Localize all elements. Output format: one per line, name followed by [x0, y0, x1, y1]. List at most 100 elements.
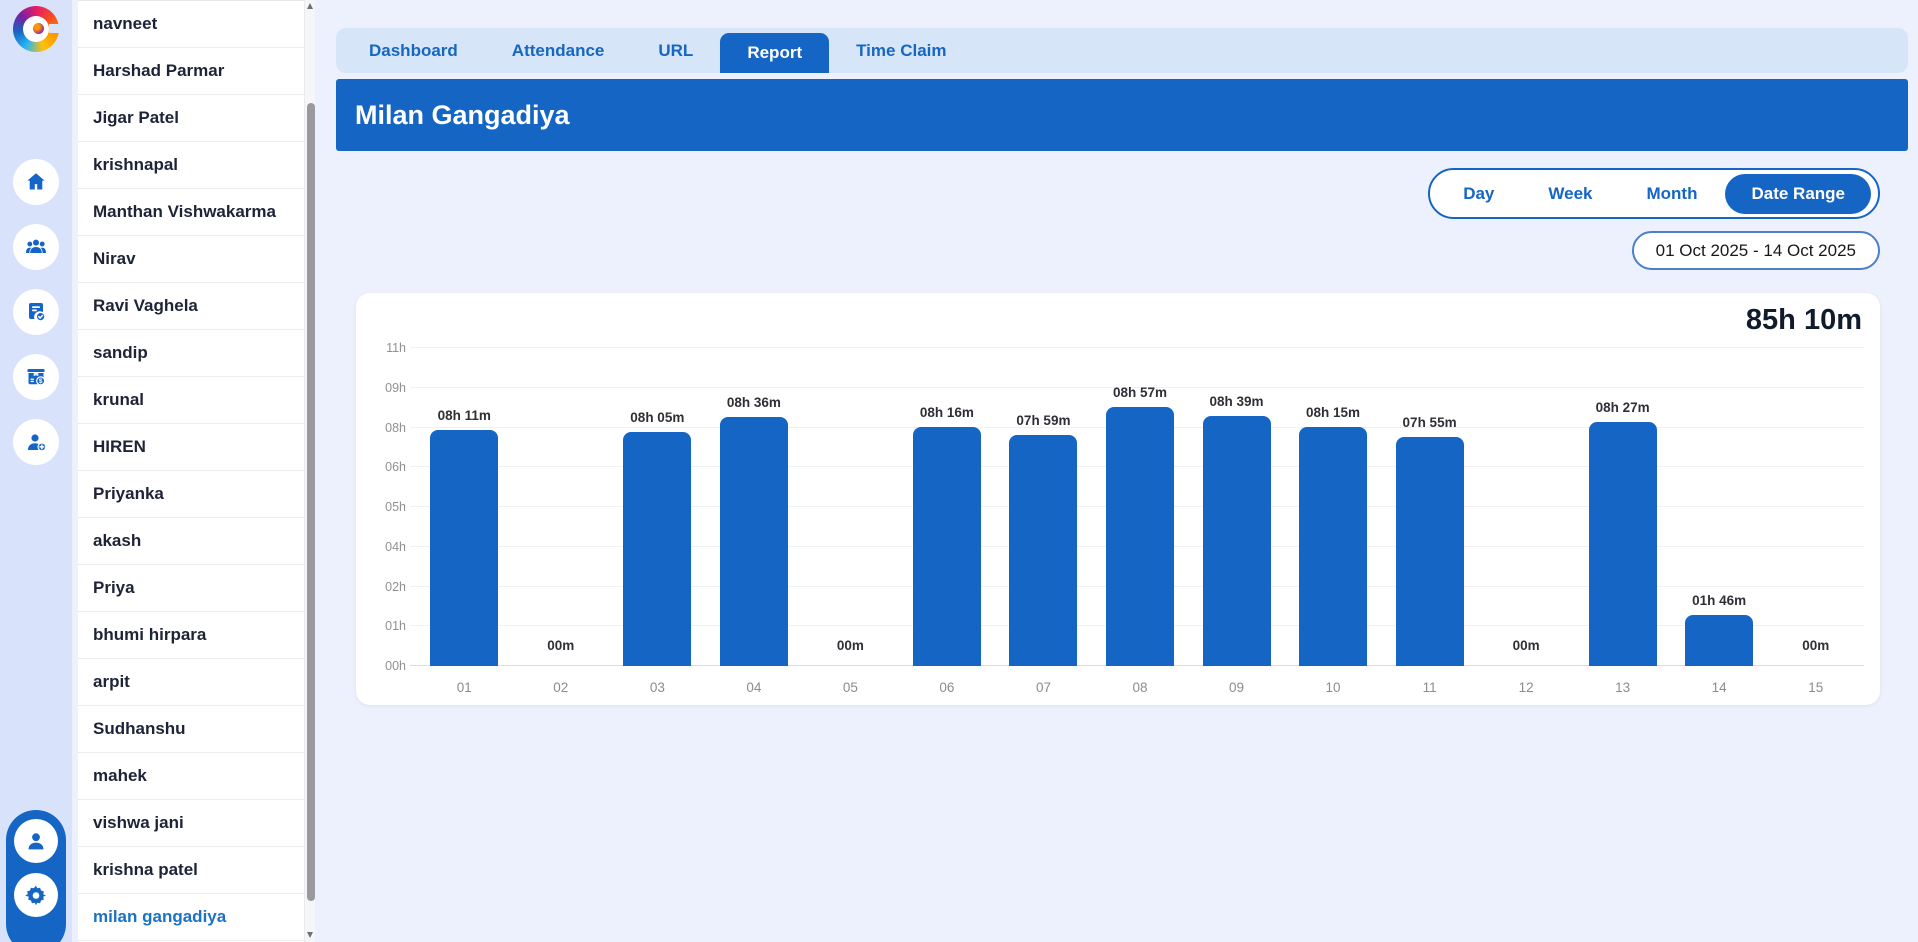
bar-column: 00m — [513, 348, 610, 666]
bar-value-label: 07h 59m — [995, 413, 1092, 428]
team-icon[interactable] — [13, 224, 59, 270]
report-check-icon[interactable] — [13, 289, 59, 335]
x-tick-label: 05 — [802, 680, 899, 695]
brand-logo-icon — [13, 6, 59, 52]
range-option-date-range[interactable]: Date Range — [1725, 174, 1871, 214]
hours-chart-card: 85h 10m 00h01h02h04h05h06h08h09h11h08h 1… — [356, 293, 1880, 705]
payroll-box-icon[interactable]: $ — [13, 354, 59, 400]
tab-dashboard[interactable]: Dashboard — [342, 28, 485, 73]
add-user-icon[interactable] — [13, 419, 59, 465]
scroll-down-icon[interactable] — [307, 932, 313, 938]
svg-text:$: $ — [39, 378, 43, 385]
bar-column: 07h 55m — [1381, 348, 1478, 666]
scrollbar-thumb[interactable] — [307, 103, 315, 901]
x-tick-label: 12 — [1478, 680, 1575, 695]
bar-column: 00m — [1767, 348, 1864, 666]
hours-bar — [623, 432, 691, 666]
bar-value-label: 00m — [1478, 638, 1575, 653]
tab-url[interactable]: URL — [631, 28, 720, 73]
bar-column: 00m — [802, 348, 899, 666]
hours-bar — [1106, 407, 1174, 666]
bar-value-label: 00m — [802, 638, 899, 653]
employee-row[interactable]: HIREN — [78, 424, 304, 471]
hours-bar — [430, 430, 498, 666]
employee-list-scrollbar[interactable] — [304, 0, 315, 942]
home-icon[interactable] — [13, 159, 59, 205]
employee-row[interactable]: sandip — [78, 330, 304, 377]
tab-attendance[interactable]: Attendance — [485, 28, 632, 73]
employee-row[interactable]: Sudhanshu — [78, 706, 304, 753]
bar-value-label: 08h 05m — [609, 410, 706, 425]
employee-row[interactable]: Manthan Vishwakarma — [78, 189, 304, 236]
bar-value-label: 08h 57m — [1092, 385, 1189, 400]
bar-value-label: 00m — [513, 638, 610, 653]
total-hours: 85h 10m — [1746, 304, 1862, 337]
profile-icon[interactable] — [14, 819, 58, 863]
hours-bar — [1685, 615, 1753, 666]
bar-column: 08h 27m — [1574, 348, 1671, 666]
bar-column: 01h 46m — [1671, 348, 1768, 666]
bar-value-label: 07h 55m — [1381, 415, 1478, 430]
y-tick-label: 06h — [366, 460, 406, 474]
bar-column: 08h 36m — [706, 348, 803, 666]
employee-row[interactable]: Priyanka — [78, 471, 304, 518]
bar-value-label: 08h 39m — [1188, 394, 1285, 409]
bar-column: 00m — [1478, 348, 1575, 666]
rail-nav: $ — [0, 159, 72, 465]
hours-bar — [720, 417, 788, 666]
bar-value-label: 08h 15m — [1285, 405, 1382, 420]
x-tick-label: 01 — [416, 680, 513, 695]
x-tick-label: 06 — [899, 680, 996, 695]
employee-row[interactable]: krishnapal — [78, 142, 304, 189]
employee-row[interactable]: Ravi Vaghela — [78, 283, 304, 330]
bar-column: 08h 39m — [1188, 348, 1285, 666]
bar-column: 07h 59m — [995, 348, 1092, 666]
employee-row[interactable]: akash — [78, 518, 304, 565]
employee-row[interactable]: Priya — [78, 565, 304, 612]
employee-row[interactable]: navneet — [78, 1, 304, 48]
rail-bottom — [6, 810, 66, 942]
x-tick-label: 02 — [513, 680, 610, 695]
y-tick-label: 02h — [366, 580, 406, 594]
employee-row[interactable]: Harshad Parmar — [78, 48, 304, 95]
x-tick-label: 13 — [1574, 680, 1671, 695]
icon-rail: $ — [0, 0, 72, 942]
x-tick-label: 08 — [1092, 680, 1189, 695]
tab-bar: DashboardAttendanceURLReportTime Claim — [336, 28, 1908, 73]
x-tick-label: 14 — [1671, 680, 1768, 695]
tab-time-claim[interactable]: Time Claim — [829, 28, 973, 73]
bar-value-label: 01h 46m — [1671, 593, 1768, 608]
range-option-month[interactable]: Month — [1620, 174, 1723, 214]
employee-row[interactable]: Nirav — [78, 236, 304, 283]
tab-report[interactable]: Report — [720, 33, 829, 73]
y-tick-label: 05h — [366, 500, 406, 514]
bar-value-label: 00m — [1767, 638, 1864, 653]
scroll-up-icon[interactable] — [307, 3, 313, 9]
x-tick-label: 11 — [1381, 680, 1478, 695]
employee-row[interactable]: arpit — [78, 659, 304, 706]
hours-bar — [1203, 416, 1271, 666]
range-selector-row: DayWeekMonthDate Range — [336, 168, 1908, 219]
x-tick-label: 07 — [995, 680, 1092, 695]
employee-row[interactable]: bhumi hirpara — [78, 612, 304, 659]
plot: 00h01h02h04h05h06h08h09h11h08h 11m00m08h… — [416, 348, 1864, 666]
bar-value-label: 08h 16m — [899, 405, 996, 420]
employee-row[interactable]: milan gangadiya — [78, 894, 304, 941]
date-range-chip[interactable]: 01 Oct 2025 - 14 Oct 2025 — [1632, 231, 1880, 270]
hours-bar — [1299, 427, 1367, 666]
x-tick-label: 04 — [706, 680, 803, 695]
employee-row[interactable]: mahek — [78, 753, 304, 800]
employee-row[interactable]: krishna patel — [78, 847, 304, 894]
range-option-day[interactable]: Day — [1437, 174, 1520, 214]
y-tick-label: 04h — [366, 540, 406, 554]
bar-column: 08h 15m — [1285, 348, 1382, 666]
employee-list: navneetHarshad ParmarJigar Patelkrishnap… — [78, 0, 304, 942]
range-option-week[interactable]: Week — [1522, 174, 1618, 214]
x-tick-label: 10 — [1285, 680, 1382, 695]
employee-row[interactable]: Jigar Patel — [78, 95, 304, 142]
employee-row[interactable]: krunal — [78, 377, 304, 424]
bar-value-label: 08h 27m — [1574, 400, 1671, 415]
hours-bar — [1396, 437, 1464, 666]
settings-gear-icon[interactable] — [14, 873, 58, 917]
employee-row[interactable]: vishwa jani — [78, 800, 304, 847]
